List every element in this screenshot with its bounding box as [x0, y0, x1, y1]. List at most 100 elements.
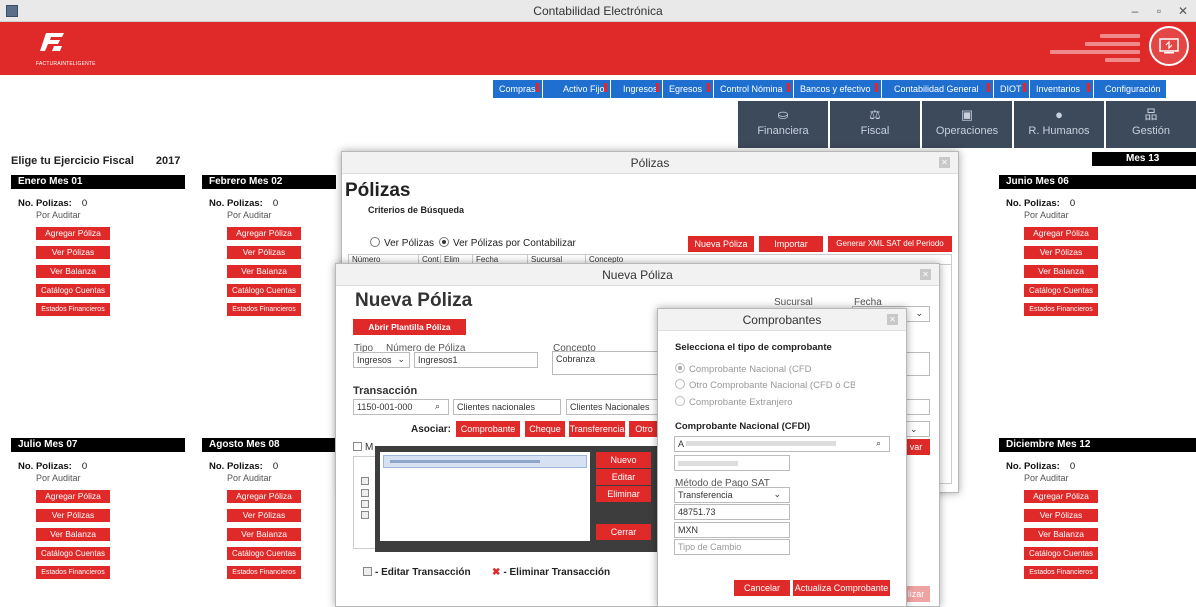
ver-balanza-button[interactable]: Ver Balanza: [227, 265, 301, 278]
month-13-header[interactable]: Mes 13: [1092, 152, 1196, 166]
radio-ver-polizas-por-contabilizar[interactable]: Ver Pólizas por Contabilizar: [439, 237, 576, 249]
menu-compras[interactable]: Compras: [493, 80, 543, 98]
menu-egresos[interactable]: Egresos: [663, 80, 714, 98]
catalogo-cuentas-button[interactable]: Catálogo Cuentas: [1024, 547, 1098, 560]
eliminar-button[interactable]: Eliminar: [596, 486, 651, 502]
catalogo-cuentas-button[interactable]: Catálogo Cuentas: [36, 547, 110, 560]
agregar-poliza-button[interactable]: Agregar Póliza: [36, 227, 110, 240]
ver-balanza-button[interactable]: Ver Balanza: [227, 528, 301, 541]
month-header[interactable]: Agosto Mes 08: [202, 438, 336, 452]
ver-balanza-button[interactable]: Ver Balanza: [36, 528, 110, 541]
editar-button[interactable]: Editar: [596, 469, 651, 485]
monto-input[interactable]: 48751.73: [674, 504, 790, 520]
comprobante-button[interactable]: Comprobante: [456, 421, 520, 437]
module-operaciones[interactable]: ▣ Operaciones: [922, 101, 1014, 148]
nueva-poliza-button[interactable]: Nueva Póliza: [688, 236, 754, 252]
ver-balanza-button[interactable]: Ver Balanza: [1024, 265, 1098, 278]
tipo-select[interactable]: Ingresos ⌄: [353, 352, 410, 368]
cuenta-input[interactable]: 1150-001-000 ⌕: [353, 399, 449, 415]
estados-financieros-button[interactable]: Estados Financieros: [1024, 566, 1098, 579]
cheque-button[interactable]: Cheque: [525, 421, 565, 437]
user-avatar-icon[interactable]: [1149, 26, 1189, 66]
ver-balanza-button[interactable]: Ver Balanza: [36, 265, 110, 278]
menu-activo-fijo[interactable]: Activo Fijo: [543, 80, 611, 98]
ver-polizas-button[interactable]: Ver Pólizas: [227, 246, 301, 259]
extra-field[interactable]: [906, 352, 930, 376]
list-item-selected[interactable]: [383, 455, 587, 468]
option-extranjero[interactable]: Comprobante Extranjero: [675, 396, 793, 408]
agregar-poliza-button[interactable]: Agregar Póliza: [227, 490, 301, 503]
agregar-poliza-button[interactable]: Agregar Póliza: [1024, 490, 1098, 503]
module-fiscal[interactable]: ⚖ Fiscal: [830, 101, 922, 148]
minimize-button[interactable]: –: [1124, 2, 1146, 20]
estados-financieros-button[interactable]: Estados Financieros: [227, 303, 301, 316]
edit-icon[interactable]: [361, 500, 369, 508]
transferencia-button[interactable]: Transferencia: [569, 421, 625, 437]
month-header[interactable]: Diciembre Mes 12: [999, 438, 1196, 452]
search-icon[interactable]: ⌕: [876, 437, 881, 450]
month-header[interactable]: Julio Mes 07: [11, 438, 185, 452]
catalogo-cuentas-button[interactable]: Catálogo Cuentas: [227, 547, 301, 560]
menu-ingresos[interactable]: Ingresos: [611, 80, 663, 98]
estados-financieros-button[interactable]: Estados Financieros: [36, 566, 110, 579]
option-otro-nacional[interactable]: Otro Comprobante Nacional (CFD ó CBI: [675, 379, 855, 391]
ver-polizas-button[interactable]: Ver Pólizas: [36, 509, 110, 522]
ver-polizas-button[interactable]: Ver Pólizas: [36, 246, 110, 259]
tipo-cambio-input[interactable]: Tipo de Cambio: [674, 539, 790, 555]
uuid-input[interactable]: A ⌕: [674, 436, 890, 452]
m-checkbox[interactable]: M: [353, 442, 373, 453]
radio-ver-polizas[interactable]: Ver Pólizas: [370, 237, 434, 249]
otro-button[interactable]: Otro: [629, 421, 659, 437]
module-financiera[interactable]: ⛀ Financiera: [738, 101, 830, 148]
catalogo-cuentas-button[interactable]: Catálogo Cuentas: [36, 284, 110, 297]
polizas-close-icon[interactable]: ✕: [939, 157, 950, 168]
moneda-input[interactable]: MXN: [674, 522, 790, 538]
menu-contabilidad-general[interactable]: Contabilidad General: [882, 80, 994, 98]
estados-financieros-button[interactable]: Estados Financieros: [1024, 303, 1098, 316]
edit-icon[interactable]: [361, 511, 369, 519]
search-icon[interactable]: ⌕: [435, 400, 440, 413]
option-nacional[interactable]: Comprobante Nacional (CFD: [675, 363, 812, 375]
comprobantes-close-icon[interactable]: ✕: [887, 314, 898, 325]
catalogo-cuentas-button[interactable]: Catálogo Cuentas: [227, 284, 301, 297]
edit-icon[interactable]: [361, 477, 369, 485]
ver-polizas-button[interactable]: Ver Pólizas: [1024, 509, 1098, 522]
catalogo-cuentas-button[interactable]: Catálogo Cuentas: [1024, 284, 1098, 297]
estados-financieros-button[interactable]: Estados Financieros: [227, 566, 301, 579]
abrir-plantilla-button[interactable]: Abrir Plantilla Póliza: [353, 319, 466, 335]
estados-financieros-button[interactable]: Estados Financieros: [36, 303, 110, 316]
chevron-down-icon: ⌄: [773, 489, 781, 499]
numero-poliza-input[interactable]: Ingresos1: [414, 352, 538, 368]
generar-xml-button[interactable]: Generar XML SAT del Periodo: [828, 236, 952, 252]
nueva-poliza-close-icon[interactable]: ✕: [920, 269, 931, 280]
ver-polizas-button[interactable]: Ver Pólizas: [1024, 246, 1098, 259]
actualiza-comprobante-button[interactable]: Actualiza Comprobante: [793, 580, 890, 596]
fiscal-year-selector[interactable]: Elige tu Ejercicio Fiscal 2017: [11, 155, 180, 167]
month-header[interactable]: Junio Mes 06: [999, 175, 1196, 189]
metodo-pago-select[interactable]: Transferencia ⌄: [674, 487, 790, 503]
edit-icon[interactable]: [361, 489, 369, 497]
ver-balanza-button[interactable]: Ver Balanza: [1024, 528, 1098, 541]
cerrar-button[interactable]: Cerrar: [596, 524, 651, 540]
nuevo-button[interactable]: Nuevo: [596, 452, 651, 468]
agregar-poliza-button[interactable]: Agregar Póliza: [227, 227, 301, 240]
extra-field-2[interactable]: [906, 399, 930, 415]
menu-bancos-efectivo[interactable]: Bancos y efectivo: [794, 80, 882, 98]
close-button[interactable]: ✕: [1172, 2, 1194, 20]
maximize-button[interactable]: ▫: [1148, 2, 1170, 20]
extra-select[interactable]: ⌄: [906, 421, 930, 437]
month-header[interactable]: Febrero Mes 02: [202, 175, 336, 189]
ver-polizas-button[interactable]: Ver Pólizas: [227, 509, 301, 522]
menu-control-nomina[interactable]: Control Nómina: [714, 80, 794, 98]
importar-button[interactable]: Importar: [759, 236, 823, 252]
agregar-poliza-button[interactable]: Agregar Póliza: [36, 490, 110, 503]
cancelar-button[interactable]: Cancelar: [734, 580, 790, 596]
concepto-input[interactable]: Cobranza: [552, 351, 662, 375]
module-r-humanos[interactable]: ● R. Humanos: [1014, 101, 1106, 148]
agregar-poliza-button[interactable]: Agregar Póliza: [1024, 227, 1098, 240]
month-header[interactable]: Enero Mes 01: [11, 175, 185, 189]
menu-inventarios[interactable]: Inventarios: [1030, 80, 1094, 98]
module-gestion[interactable]: 品 Gestión: [1106, 101, 1196, 148]
menu-configuracion[interactable]: Configuración: [1094, 80, 1166, 98]
menu-diot[interactable]: DIOT: [994, 80, 1030, 98]
